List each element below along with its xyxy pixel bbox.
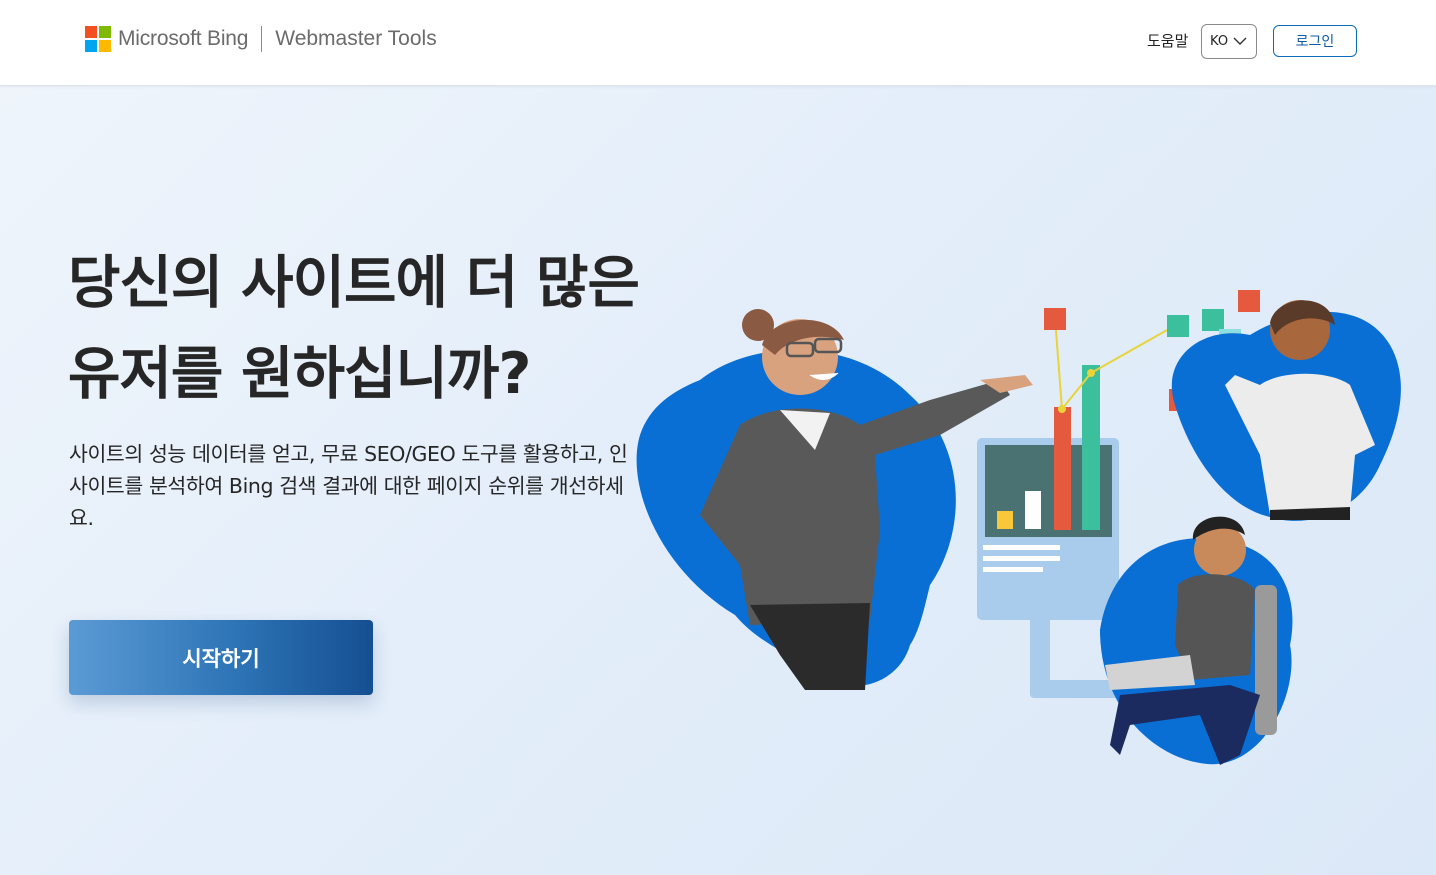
language-select[interactable]: KO: [1201, 24, 1257, 59]
microsoft-logo-icon: [85, 26, 111, 52]
logo-divider: [261, 26, 263, 52]
square-teal-2: [1202, 309, 1224, 331]
language-value: KO: [1210, 34, 1229, 49]
top-header: Microsoft Bing Webmaster Tools 도움말 KO 로그…: [0, 0, 1436, 86]
board-line-1: [983, 545, 1060, 550]
square-orange-1: [1044, 308, 1066, 330]
board-line-3: [983, 567, 1043, 572]
get-started-button[interactable]: 시작하기: [69, 620, 373, 695]
orange-bar: [1054, 407, 1071, 530]
hero-illustration: [636, 290, 1401, 765]
hero-title: 당신의 사이트에 더 많은 유저를 원하십니까?: [68, 250, 640, 407]
chevron-down-icon: [1233, 37, 1247, 45]
mini-bar-2: [1025, 491, 1041, 529]
data-line: [1054, 317, 1177, 412]
help-link[interactable]: 도움말: [1147, 30, 1188, 51]
bing-webmaster-logo[interactable]: Microsoft Bing Webmaster Tools: [85, 26, 437, 52]
square-teal-1: [1167, 315, 1189, 337]
mini-bar-1: [997, 511, 1013, 529]
hero-description: 사이트의 성능 데이터를 얻고, 무료 SEO/GEO 도구를 활용하고, 인사…: [69, 442, 628, 530]
teal-bar: [1082, 365, 1100, 530]
login-button[interactable]: 로그인: [1273, 25, 1357, 57]
product-name: Webmaster Tools: [275, 27, 437, 50]
square-orange-2: [1238, 290, 1260, 312]
brand-name: Microsoft Bing: [118, 27, 249, 50]
board-line-2: [983, 556, 1060, 561]
